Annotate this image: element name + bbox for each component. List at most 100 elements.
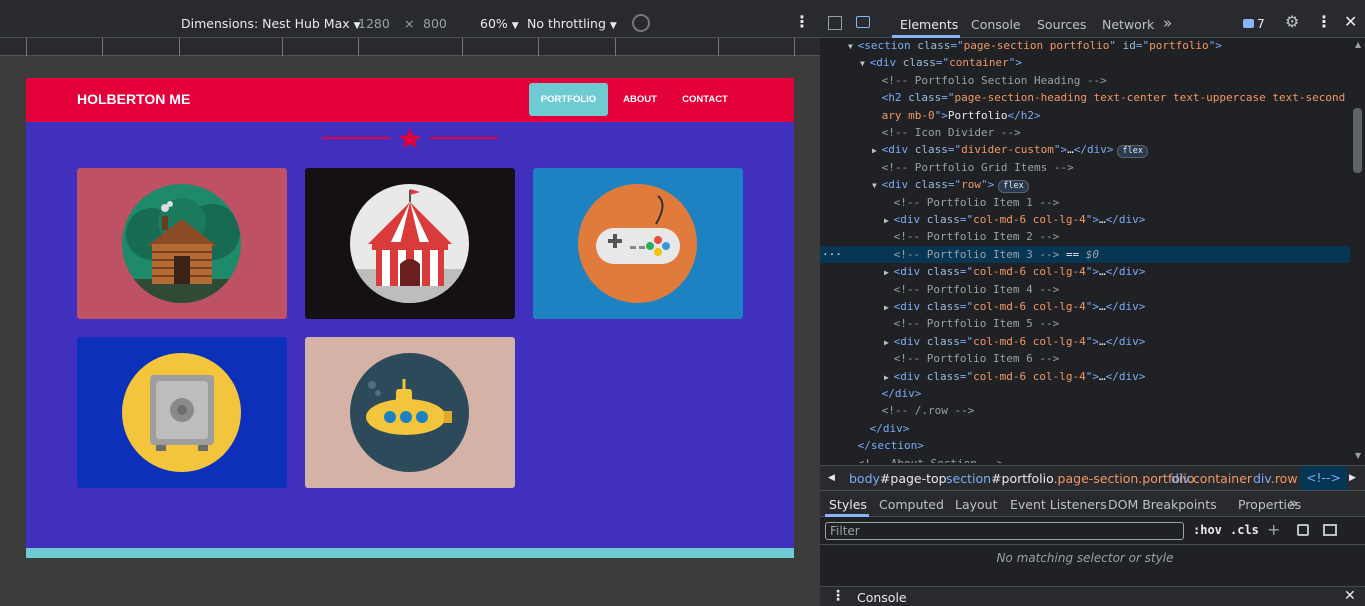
collapsed-arrow-icon[interactable]: ▶ bbox=[884, 373, 894, 382]
close-icon[interactable]: ✕ bbox=[1344, 12, 1357, 31]
breadcrumb-right-arrow-icon[interactable]: ▶ bbox=[1349, 473, 1356, 483]
dom-node-line[interactable]: ▼ <section class="page-section portfolio… bbox=[820, 38, 1350, 54]
portfolio-item-submarine[interactable] bbox=[305, 337, 515, 488]
expanded-arrow-icon[interactable]: ▼ bbox=[860, 59, 870, 68]
breadcrumb-left-arrow-icon[interactable]: ◀ bbox=[828, 473, 835, 483]
scroll-up-icon[interactable]: ▲ bbox=[1355, 40, 1361, 49]
dom-token: class bbox=[917, 39, 951, 52]
dom-token: =" bbox=[959, 213, 974, 226]
issues-count[interactable]: 7 bbox=[1257, 17, 1265, 31]
breadcrumb-item-section[interactable]: section#portfolio.page-section.portfolio bbox=[946, 471, 1195, 486]
dom-node-line[interactable]: <!-- Portfolio Grid Items --> bbox=[820, 159, 1350, 176]
dom-node-line[interactable]: ▶ <div class="col-md-6 col-lg-4">…</div> bbox=[820, 333, 1350, 350]
expanded-arrow-icon[interactable]: ▼ bbox=[848, 42, 858, 51]
dom-token: <!-- About Section --> bbox=[858, 457, 1004, 463]
breadcrumb-item-row[interactable]: div.row bbox=[1253, 471, 1298, 486]
collapsed-arrow-icon[interactable]: ▶ bbox=[884, 268, 894, 277]
more-options-icon[interactable]: ⋮ bbox=[794, 12, 810, 31]
dom-node-line[interactable]: <!-- Portfolio Item 5 --> bbox=[820, 315, 1350, 332]
element-state-icon[interactable] bbox=[1297, 524, 1309, 536]
new-style-rule-icon[interactable]: + bbox=[1267, 520, 1280, 539]
flex-badge[interactable]: flex bbox=[998, 180, 1029, 194]
rotate-icon[interactable] bbox=[632, 14, 650, 32]
tab-console[interactable]: Console bbox=[971, 17, 1021, 32]
dom-tree-scrollbar[interactable] bbox=[1350, 38, 1365, 463]
dom-node-line[interactable]: ▼ <div class="row"> flex bbox=[820, 176, 1350, 194]
hov-toggle[interactable]: :hov bbox=[1193, 523, 1222, 537]
tab-sources[interactable]: Sources bbox=[1037, 17, 1086, 32]
dom-node-line[interactable]: <h2 class="page-section-heading text-cen… bbox=[820, 89, 1350, 106]
dom-node-line[interactable]: <!-- Portfolio Item 4 --> bbox=[820, 281, 1350, 298]
breadcrumb-item-body[interactable]: body#page-top bbox=[849, 471, 947, 486]
tab-styles[interactable]: Styles bbox=[829, 497, 867, 512]
dom-node-line[interactable]: ··· <!-- Portfolio Item 3 --> == $0 bbox=[820, 245, 1350, 264]
collapsed-arrow-icon[interactable]: ▶ bbox=[884, 303, 894, 312]
expanded-arrow-icon[interactable]: ▼ bbox=[872, 181, 882, 190]
inspect-element-icon[interactable] bbox=[828, 16, 842, 30]
dom-node-line[interactable]: <!-- Portfolio Section Heading --> bbox=[820, 72, 1350, 89]
nav-portfolio[interactable]: PORTFOLIO bbox=[529, 83, 608, 116]
dom-node-line[interactable]: ary mb-0">Portfolio</h2> bbox=[820, 107, 1350, 124]
tab-dom-breakpoints[interactable]: DOM Breakpoints bbox=[1108, 497, 1217, 512]
portfolio-item-controller[interactable] bbox=[533, 168, 743, 319]
dom-node-line[interactable]: </div> bbox=[820, 385, 1350, 402]
dom-node-line[interactable]: </div> bbox=[820, 420, 1350, 437]
dom-node-line[interactable]: <!-- About Section --> bbox=[820, 455, 1350, 463]
dom-node-line[interactable]: ▶ <div class="col-md-6 col-lg-4">…</div> bbox=[820, 298, 1350, 315]
dom-node-line[interactable]: ▶ <div class="col-md-6 col-lg-4">…</div> bbox=[820, 263, 1350, 280]
collapsed-arrow-icon[interactable]: ▶ bbox=[884, 338, 894, 347]
dom-node-line[interactable]: <!-- Portfolio Item 2 --> bbox=[820, 228, 1350, 245]
dom-node-line[interactable]: <!-- Portfolio Item 1 --> bbox=[820, 194, 1350, 211]
dom-token: <!-- Portfolio Item 3 --> bbox=[893, 247, 1066, 261]
breadcrumb: ◀ body#page-top section#portfolio.page-s… bbox=[820, 465, 1365, 491]
width-field[interactable]: 1280 bbox=[358, 16, 390, 31]
scroll-down-icon[interactable]: ▼ bbox=[1355, 451, 1361, 460]
dom-token: "> bbox=[981, 178, 995, 192]
drawer-console-tab[interactable]: Console bbox=[857, 590, 907, 605]
dom-token: </div> bbox=[869, 421, 910, 435]
nav-about[interactable]: ABOUT bbox=[616, 83, 664, 116]
nav-contact[interactable]: CONTACT bbox=[675, 83, 735, 116]
breadcrumb-item-container[interactable]: div.container bbox=[1171, 471, 1252, 486]
settings-gear-icon[interactable]: ⚙ bbox=[1285, 12, 1299, 31]
issues-icon[interactable] bbox=[1243, 19, 1254, 28]
zoom-dropdown[interactable]: 60% ▼ bbox=[480, 16, 519, 31]
filter-input[interactable]: Filter bbox=[825, 522, 1184, 540]
dom-node-line[interactable]: </section> bbox=[820, 437, 1350, 454]
more-tabs-icon[interactable]: » bbox=[1163, 14, 1172, 32]
portfolio-item-circus[interactable] bbox=[305, 168, 515, 319]
dom-token: </div> bbox=[1105, 334, 1146, 348]
dom-node-line[interactable]: ▶ <div class="col-md-6 col-lg-4">…</div> bbox=[820, 211, 1350, 228]
close-drawer-icon[interactable]: ✕ bbox=[1344, 588, 1356, 604]
dom-node-line[interactable]: <!-- Icon Divider --> bbox=[820, 124, 1350, 141]
more-options-icon[interactable]: ⋮ bbox=[1316, 12, 1332, 31]
throttling-dropdown[interactable]: No throttling ▼ bbox=[527, 16, 617, 31]
dom-node-line[interactable]: <!-- Portfolio Item 6 --> bbox=[820, 350, 1350, 367]
tab-network[interactable]: Network bbox=[1102, 17, 1154, 32]
collapsed-arrow-icon[interactable]: ▶ bbox=[884, 216, 894, 225]
tab-computed[interactable]: Computed bbox=[879, 497, 944, 512]
drawer-menu-icon[interactable]: ⋮ bbox=[831, 588, 845, 604]
dimensions-dropdown[interactable]: Dimensions: Nest Hub Max ▼ bbox=[181, 16, 361, 31]
device-toolbar-toggle-icon[interactable] bbox=[856, 16, 870, 28]
cls-toggle[interactable]: .cls bbox=[1230, 523, 1259, 537]
dom-node-line[interactable]: ▶ <div class="col-md-6 col-lg-4">…</div> bbox=[820, 368, 1350, 385]
node-actions-icon[interactable]: ··· bbox=[822, 246, 842, 263]
flex-badge[interactable]: flex bbox=[1117, 145, 1148, 159]
portfolio-item-cabin[interactable] bbox=[77, 168, 287, 319]
dom-node-line[interactable]: ▶ <div class="divider-custom">…</div> fle… bbox=[820, 141, 1350, 159]
dom-node-line[interactable]: ▼ <div class="container"> bbox=[820, 54, 1350, 71]
dom-node-line[interactable]: <!-- /.row --> bbox=[820, 402, 1350, 419]
tab-event-listeners[interactable]: Event Listeners bbox=[1010, 497, 1107, 512]
collapsed-arrow-icon[interactable]: ▶ bbox=[872, 146, 882, 155]
toggle-sidebar-icon[interactable] bbox=[1323, 524, 1337, 536]
dom-tree[interactable]: ▼ <section class="page-section portfolio… bbox=[820, 38, 1350, 463]
tab-elements[interactable]: Elements bbox=[900, 17, 958, 32]
tab-layout[interactable]: Layout bbox=[955, 497, 998, 512]
portfolio-item-safe[interactable] bbox=[77, 337, 287, 488]
scrollbar-thumb[interactable] bbox=[1353, 108, 1362, 173]
site-brand[interactable]: HOLBERTON ME bbox=[77, 91, 190, 107]
breadcrumb-item-comment[interactable]: <!--> bbox=[1300, 466, 1347, 490]
more-tabs-icon[interactable]: » bbox=[1289, 494, 1298, 512]
height-field[interactable]: 800 bbox=[423, 16, 447, 31]
